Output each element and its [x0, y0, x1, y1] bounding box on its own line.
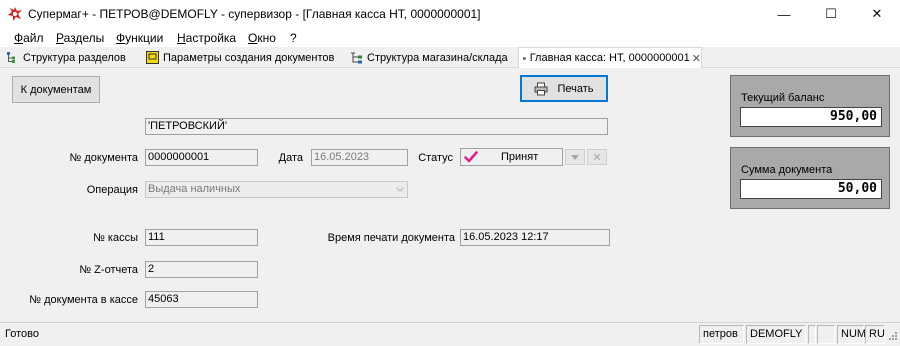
tab-main-cashbox[interactable]: Главная касса: НТ, 0000000001 ✕	[518, 47, 702, 68]
status-text: Готово	[5, 328, 39, 340]
status-database: DEMOFLY	[746, 325, 806, 344]
app-logo-icon	[8, 7, 22, 21]
checkmark-icon	[464, 151, 478, 163]
status-select[interactable]: Принят	[460, 148, 563, 166]
counterparty-name-field[interactable]: 'ПЕТРОВСКИЙ'	[145, 118, 608, 135]
menu-help[interactable]: ?	[290, 31, 297, 45]
status-language: RU	[865, 325, 885, 344]
doc-number-label: № документа	[69, 152, 139, 164]
tab-store-structure[interactable]: Структура магазина/склада	[346, 48, 516, 67]
status-num-lock: NUM	[837, 325, 866, 344]
close-tab-icon[interactable]: ✕	[692, 52, 701, 65]
register-field[interactable]: 111	[145, 229, 258, 246]
title-bar: Супермаг+ - ПЕТРОВ@DEMOFLY - супервизор …	[0, 0, 900, 28]
maximize-button[interactable]: ☐	[808, 0, 854, 28]
z-report-field[interactable]: 2	[145, 261, 258, 278]
status-empty-cell	[808, 325, 816, 344]
menu-settings[interactable]: Настройка	[177, 31, 236, 45]
clear-icon	[594, 154, 600, 160]
menu-window[interactable]: Окно	[248, 31, 276, 45]
register-doc-label: № документа в кассе	[29, 294, 138, 306]
chevron-down-icon	[396, 187, 404, 192]
menu-bar: Файл Разделы Функции Настройка Окно ?	[0, 28, 900, 47]
print-time-label: Время печати документа	[327, 232, 455, 244]
z-report-label: № Z-отчета	[79, 264, 138, 276]
status-dropdown-button[interactable]	[565, 149, 585, 165]
back-to-documents-button[interactable]: К документам	[12, 76, 100, 103]
document-sum-panel: Сумма документа 50,00	[730, 147, 890, 209]
tab-sections-structure[interactable]: Структура разделов	[2, 48, 136, 67]
window-title: Супермаг+ - ПЕТРОВ@DEMOFLY - супервизор …	[28, 7, 481, 21]
print-label: Печать	[557, 82, 594, 95]
operation-label: Операция	[86, 184, 138, 196]
current-balance-value: 950,00	[740, 107, 882, 127]
status-label: Статус	[418, 152, 453, 164]
current-balance-label: Текущий баланс	[741, 92, 825, 104]
tab-label: Параметры создания документов	[163, 51, 335, 64]
menu-sections[interactable]: Разделы	[56, 31, 104, 45]
minimize-button[interactable]: —	[761, 0, 807, 28]
register-label: № кассы	[93, 232, 138, 244]
print-button[interactable]: Печать	[520, 75, 608, 102]
date-label: Дата	[278, 152, 303, 164]
cash-register-icon	[523, 56, 526, 60]
document-sum-label: Сумма документа	[741, 164, 833, 176]
dropdown-arrow-icon	[571, 154, 579, 160]
document-sum-value: 50,00	[740, 179, 882, 199]
status-clear-button[interactable]	[587, 149, 607, 165]
printer-icon	[534, 82, 548, 95]
status-user: петров	[699, 325, 744, 344]
status-value: Принят	[501, 151, 539, 163]
tree-icon	[7, 52, 15, 63]
operation-select: Выдача наличных	[145, 181, 408, 198]
register-doc-field[interactable]: 45063	[145, 291, 258, 308]
close-window-button[interactable]: ✕	[854, 0, 900, 28]
current-balance-panel: Текущий баланс 950,00	[730, 75, 890, 137]
menu-file[interactable]: Файл	[14, 31, 44, 45]
tab-label: Главная касса: НТ, 0000000001	[529, 52, 690, 64]
tab-label: Структура разделов	[23, 51, 126, 64]
doc-number-field[interactable]: 0000000001	[145, 149, 258, 166]
print-time-field[interactable]: 16.05.2023 12:17	[460, 229, 610, 246]
document-settings-icon	[146, 51, 159, 64]
tab-label: Структура магазина/склада	[367, 51, 508, 64]
menu-functions[interactable]: Функции	[116, 31, 163, 45]
store-structure-icon	[351, 52, 362, 64]
tab-doc-creation-params[interactable]: Параметры создания документов	[142, 48, 342, 67]
status-empty-cell	[817, 325, 835, 344]
date-field: 16.05.2023	[311, 149, 408, 166]
resize-grip-icon[interactable]	[886, 331, 898, 343]
status-bar: Готово петров DEMOFLY NUM RU	[0, 322, 900, 346]
tab-bar: Структура разделов Параметры создания до…	[0, 47, 900, 68]
